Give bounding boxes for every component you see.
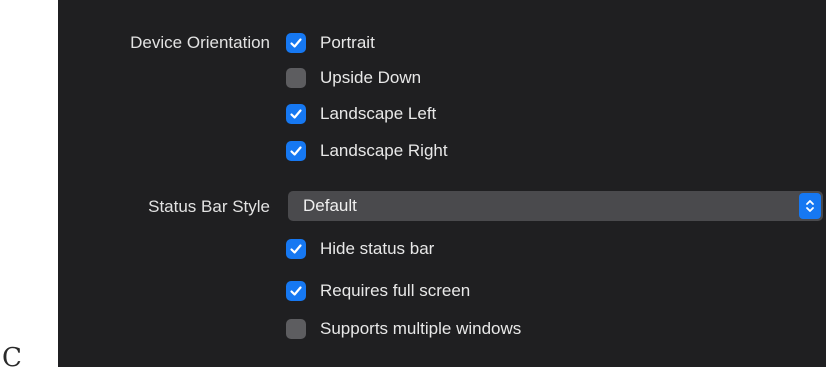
device-orientation-label: Device Orientation: [130, 33, 270, 52]
status-bar-style-label: Status Bar Style: [148, 197, 270, 216]
checkbox-label: Portrait: [320, 33, 375, 52]
checkbox-label: Supports multiple windows: [320, 319, 522, 338]
checkmark-icon: [290, 244, 302, 254]
checkbox-hide-status-bar[interactable]: Hide status bar: [286, 237, 434, 261]
checkbox-requires-full-screen[interactable]: Requires full screen: [286, 279, 470, 303]
checkbox-label: Landscape Right: [320, 141, 448, 160]
checkmark-icon: [290, 146, 302, 156]
checkbox-box[interactable]: [286, 68, 306, 88]
checkbox-label: Upside Down: [320, 68, 422, 87]
checkbox-supports-multiple-windows[interactable]: Supports multiple windows: [286, 317, 521, 341]
checkbox-box[interactable]: [286, 141, 306, 161]
deployment-info-panel: Device Orientation Portrait Upside Down …: [58, 0, 826, 367]
checkbox-label: Hide status bar: [320, 239, 435, 258]
checkbox-box[interactable]: [286, 319, 306, 339]
status-bar-style-value: Default: [303, 196, 357, 215]
page: C Device Orientation Portrait Upside Dow…: [0, 0, 826, 367]
stray-letter: C: [2, 343, 22, 367]
checkbox-box[interactable]: [286, 281, 306, 301]
checkbox-landscape-right[interactable]: Landscape Right: [286, 139, 448, 163]
popup-stepper[interactable]: [799, 193, 821, 219]
checkbox-label: Requires full screen: [320, 281, 471, 300]
checkbox-box[interactable]: [286, 239, 306, 259]
checkbox-landscape-left[interactable]: Landscape Left: [286, 102, 436, 126]
checkmark-icon: [290, 109, 302, 119]
checkmark-icon: [290, 38, 302, 48]
chevron-up-down-icon: [806, 200, 814, 212]
checkbox-portrait[interactable]: Portrait: [286, 31, 375, 55]
checkbox-box[interactable]: [286, 33, 306, 53]
checkmark-icon: [290, 286, 302, 296]
checkbox-upside-down[interactable]: Upside Down: [286, 66, 421, 90]
status-bar-style-popup[interactable]: Default: [288, 191, 823, 221]
checkbox-box[interactable]: [286, 104, 306, 124]
checkbox-label: Landscape Left: [320, 104, 437, 123]
